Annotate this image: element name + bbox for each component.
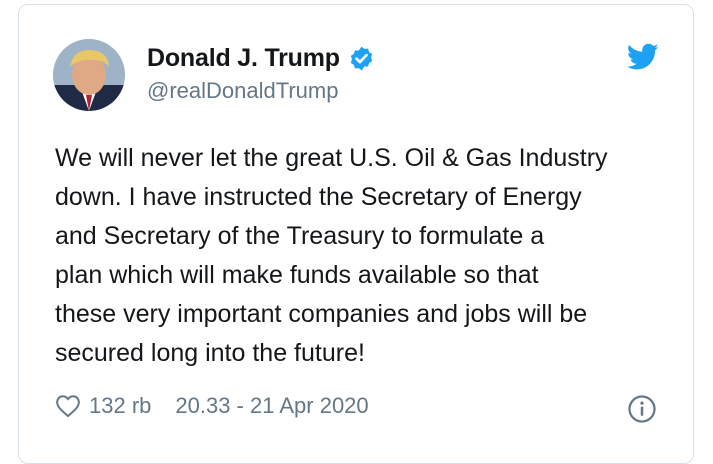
display-name-row: Donald J. Trump xyxy=(147,41,375,75)
tweet-card: Donald J. Trump @realDonaldTrump We will… xyxy=(18,4,694,464)
avatar[interactable] xyxy=(53,39,125,111)
tweet-timestamp[interactable]: 20.33 - 21 Apr 2020 xyxy=(175,393,368,419)
tweet-footer: 132 rb 20.33 - 21 Apr 2020 xyxy=(55,393,369,419)
tweet-text-line: down. I have instructed the Secretary of… xyxy=(55,183,582,211)
tweet-text: We will never let the great U.S. Oil & G… xyxy=(55,139,675,373)
verified-badge-icon xyxy=(348,45,375,72)
avatar-image xyxy=(53,39,125,111)
tweet-text-line: We will never let the great U.S. Oil & G… xyxy=(55,144,608,172)
tweet-text-line: secured long into the future! xyxy=(55,339,365,367)
tweet-author: Donald J. Trump @realDonaldTrump xyxy=(147,41,375,104)
info-icon[interactable] xyxy=(627,394,657,424)
heart-icon xyxy=(55,394,81,418)
like-button[interactable]: 132 rb xyxy=(55,393,151,419)
tweet-text-line: plan which will make funds available so … xyxy=(55,261,539,289)
tweet-text-line: and Secretary of the Treasury to formula… xyxy=(55,222,545,250)
like-count: 132 rb xyxy=(89,393,152,418)
display-name[interactable]: Donald J. Trump xyxy=(147,44,340,73)
tweet-text-line: these very important companies and jobs … xyxy=(55,300,588,328)
twitter-bird-icon[interactable] xyxy=(626,43,659,71)
user-handle[interactable]: @realDonaldTrump xyxy=(147,78,375,104)
